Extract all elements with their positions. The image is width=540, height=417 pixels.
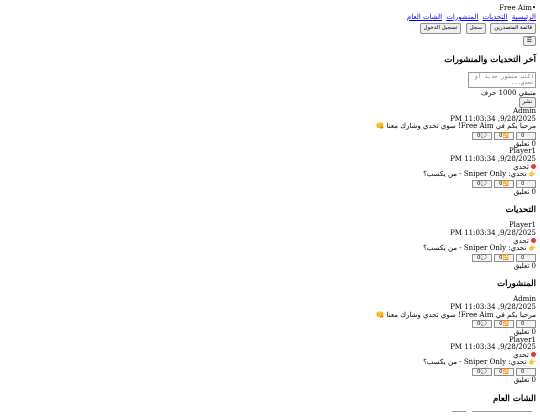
heart-icon: ♡ (526, 254, 531, 261)
like-count: 0 (521, 254, 525, 261)
comment-count: 0 (477, 254, 481, 261)
heart-icon: ♡ (526, 369, 531, 376)
post-actions: ♡ 0🔁 0💬 0 (4, 368, 536, 377)
like-button[interactable]: ♡ 0 (516, 253, 536, 262)
comments-count-label[interactable]: 0 تعليق (4, 376, 536, 385)
post-body-text: تحدي: Sniper Only - من يكسب؟ (423, 170, 527, 179)
like-button[interactable]: ♡ 0 (516, 368, 536, 377)
like-button[interactable]: ♡ 0 (516, 131, 536, 140)
repost-icon: 🔁 (502, 254, 509, 261)
repost-count: 0 (499, 254, 503, 261)
post-date: 9/28/2025, 11:03:34 PM (450, 154, 536, 163)
comment-icon: 💬 (480, 369, 487, 376)
comments-count-label[interactable]: 0 تعليق (4, 328, 536, 337)
like-count: 0 (521, 369, 525, 376)
comment-button[interactable]: 💬 0 (472, 368, 492, 377)
signup-button[interactable]: سجل (465, 23, 486, 34)
comments-count-label[interactable]: 0 تعليق (4, 140, 536, 149)
nav-posts[interactable]: المنشورات (446, 13, 478, 21)
chat-input[interactable] (472, 410, 532, 416)
post-date: 9/28/2025, 11:03:34 PM (450, 343, 536, 352)
repost-icon: 🔁 (502, 369, 509, 376)
comment-icon: 💬 (480, 180, 487, 187)
heart-icon: ♡ (526, 321, 531, 328)
comment-icon: 💬 (480, 321, 487, 328)
comment-count: 0 (477, 180, 481, 187)
like-button[interactable]: ♡ 0 (516, 179, 536, 188)
posts-post-player1: Player1 9/28/2025, 11:03:34 PM تحدي 👉 تح… (4, 336, 536, 385)
repost-icon: 🔁 (502, 321, 509, 328)
heart-icon: ♡ (526, 180, 531, 187)
comments-count-label[interactable]: 0 تعليق (4, 262, 536, 271)
char-counter: متبقي 1000 حرف (480, 89, 536, 97)
pointing-hand-icon: 👉 (528, 245, 536, 253)
post-date: 9/28/2025, 11:03:34 PM (450, 228, 536, 237)
red-dot-icon (531, 164, 536, 170)
red-dot-icon (531, 352, 536, 358)
repost-button[interactable]: 🔁 0 (494, 179, 514, 188)
feed-post-admin: Admin 9/28/2025, 11:03:34 PM مرحبا بكم ف… (4, 107, 536, 149)
main-nav: الرئيسية التحديات المنشورات الشات العام (4, 13, 536, 22)
comment-button[interactable]: 💬 0 (472, 253, 492, 262)
comments-count-label[interactable]: 0 تعليق (4, 188, 536, 197)
repost-count: 0 (499, 132, 503, 139)
post-body: مرحبا بكم في Free Aim! سوي تحدي وشارك مع… (375, 310, 536, 319)
like-count: 0 (521, 132, 525, 139)
comment-count: 0 (477, 132, 481, 139)
feed-post-player1: Player1 9/28/2025, 11:03:34 PM تحدي 👉 تح… (4, 148, 536, 196)
repost-button[interactable]: 🔁 0 (494, 368, 514, 377)
post-body-text: تحدي: Sniper Only - من يكسب؟ (423, 244, 527, 253)
page: •Free Aim الرئيسية التحديات المنشورات ال… (0, 0, 540, 417)
repost-button[interactable]: 🔁 0 (494, 131, 514, 140)
repost-button[interactable]: 🔁 0 (494, 253, 514, 262)
login-button[interactable]: تسجيل الدخول (419, 23, 462, 34)
auth-buttons: قائمة المتصدرين سجل تسجيل الدخول (4, 23, 536, 34)
nav-challenges[interactable]: التحديات (483, 13, 508, 21)
leaderboard-button[interactable]: قائمة المتصدرين (490, 23, 536, 34)
posts-post-admin: Admin 9/28/2025, 11:03:34 PM مرحبا بكم ف… (4, 296, 536, 336)
challenges-title: التحديات (505, 205, 536, 216)
comment-button[interactable]: 💬 0 (472, 179, 492, 188)
pointing-hand-icon: 👉 (528, 359, 536, 367)
pointing-hand-icon: 👉 (528, 171, 536, 179)
repost-count: 0 (499, 180, 503, 187)
brand-logo[interactable]: •Free Aim (4, 4, 536, 13)
post-actions: ♡ 0🔁 0💬 0 (4, 320, 536, 329)
comment-button[interactable]: 💬 0 (472, 320, 492, 329)
post-body: 👉 تحدي: Sniper Only - من يكسب؟ (4, 170, 536, 179)
like-count: 0 (521, 180, 525, 187)
chat-title: الشات العام (493, 393, 536, 404)
repost-icon: 🔁 (502, 180, 509, 187)
posts-title: المنشورات (497, 279, 536, 290)
post-composer: متبقي 1000 حرف نشر (4, 72, 536, 108)
like-count: 0 (521, 321, 525, 328)
post-body: مرحبا بكم في Free Aim! سوي تحدي وشارك مع… (375, 122, 536, 131)
feed-title: آخر التحديات والمنشورات (444, 55, 536, 65)
red-dot-icon (531, 238, 536, 244)
comment-count: 0 (477, 369, 481, 376)
post-body: 👉 تحدي: Sniper Only - من يكسب؟ (4, 244, 536, 253)
comment-icon: 💬 (480, 254, 487, 261)
repost-icon: 🔁 (502, 132, 509, 139)
repost-count: 0 (499, 369, 503, 376)
comment-count: 0 (477, 321, 481, 328)
like-button[interactable]: ♡ 0 (516, 320, 536, 329)
post-composer-input[interactable] (468, 72, 536, 88)
repost-count: 0 (499, 321, 503, 328)
menu-icon[interactable]: ☰ (522, 36, 536, 46)
repost-button[interactable]: 🔁 0 (494, 320, 514, 329)
challenge-post-player1: Player1 9/28/2025, 11:03:34 PM تحدي 👉 تح… (4, 222, 536, 270)
post-body: 👉 تحدي: Sniper Only - من يكسب؟ (4, 359, 536, 367)
chat-compose-row (4, 410, 536, 417)
nav-home[interactable]: الرئيسية (512, 13, 536, 21)
post-body-text: تحدي: Sniper Only - من يكسب؟ (423, 358, 527, 367)
post-actions: ♡ 0🔁 0💬 0 (4, 179, 536, 188)
post-actions: ♡ 0🔁 0💬 0 (4, 131, 536, 140)
comment-button[interactable]: 💬 0 (472, 131, 492, 140)
chat-send-button[interactable] (452, 410, 466, 416)
comment-icon: 💬 (480, 132, 487, 139)
heart-icon: ♡ (526, 132, 531, 139)
nav-public-chat[interactable]: الشات العام (407, 13, 442, 21)
post-actions: ♡ 0🔁 0💬 0 (4, 253, 536, 262)
